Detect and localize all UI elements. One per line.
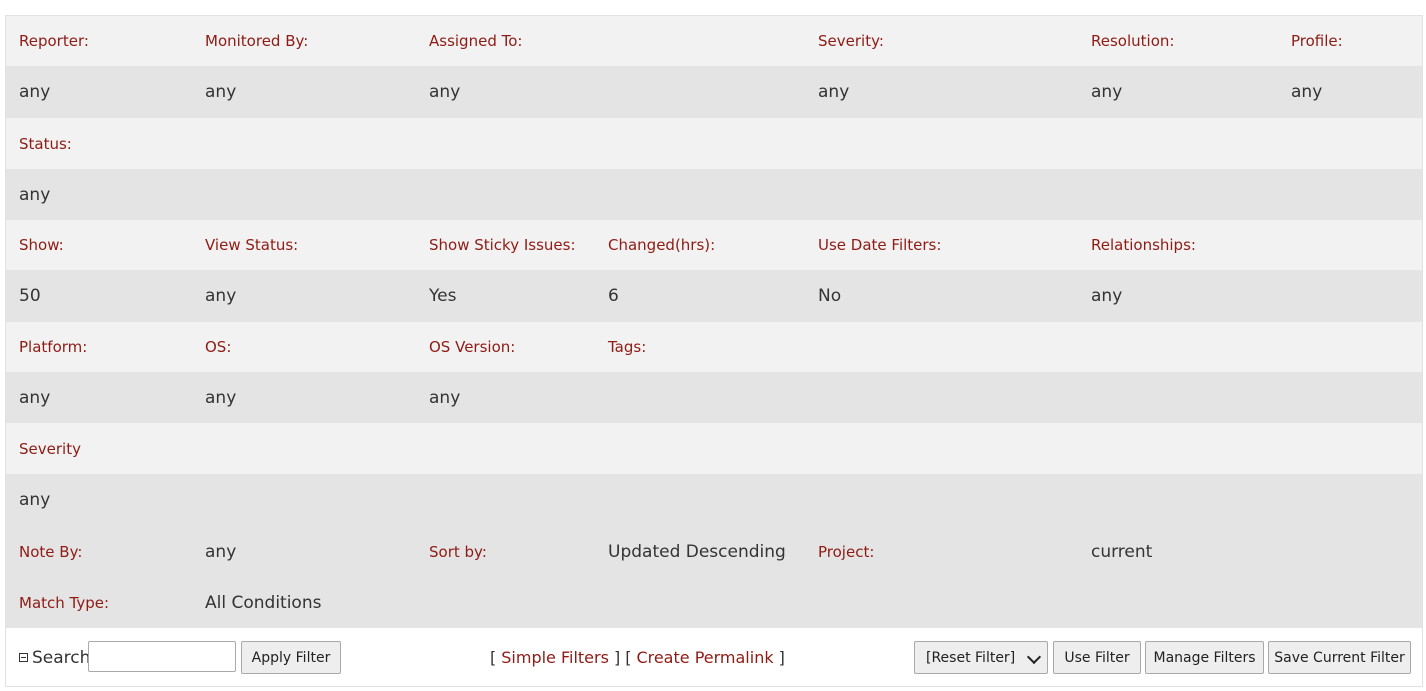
os-label[interactable]: OS: (205, 322, 231, 372)
reset-filter-select[interactable]: [Reset Filter] (914, 641, 1048, 674)
tags-label[interactable]: Tags: (608, 322, 646, 372)
platform-label[interactable]: Platform: (19, 322, 87, 372)
note-by-label[interactable]: Note By: (19, 526, 82, 577)
filter-panel: Reporter: Monitored By: Assigned To: Sev… (5, 15, 1423, 687)
resolution-value: any (1091, 82, 1123, 102)
assigned-to-value: any (429, 82, 461, 102)
custom-severity-value: any (19, 490, 51, 510)
status-label[interactable]: Status: (19, 118, 72, 169)
bracket-close: ] (778, 648, 785, 667)
profile-value: any (1291, 82, 1323, 102)
simple-filters-link[interactable]: Simple Filters (501, 648, 609, 667)
relationships-label[interactable]: Relationships: (1091, 220, 1196, 270)
apply-filter-button[interactable]: Apply Filter (241, 641, 341, 674)
filter-labels-row-1: Reporter: Monitored By: Assigned To: Sev… (6, 16, 1422, 66)
monitored-by-label[interactable]: Monitored By: (205, 16, 308, 66)
match-type-label[interactable]: Match Type: (19, 577, 109, 628)
filter-values-row-5: any (6, 474, 1422, 526)
filter-labels-row-4: Platform: OS: OS Version: Tags: (6, 322, 1422, 372)
create-permalink-link[interactable]: Create Permalink (636, 648, 773, 667)
chevron-down-icon (1026, 649, 1042, 665)
show-sticky-issues-value: Yes (429, 286, 457, 306)
os-value: any (205, 387, 237, 408)
os-version-label[interactable]: OS Version: (429, 322, 515, 372)
view-status-label[interactable]: View Status: (205, 220, 298, 270)
severity-value: any (818, 82, 850, 102)
filter-labels-row-3: Show: View Status: Show Sticky Issues: C… (6, 220, 1422, 270)
filter-values-row-4: any any any (6, 372, 1422, 423)
filter-row-match-type: Match Type: All Conditions (6, 577, 1422, 628)
filter-values-row-2: any (6, 169, 1422, 220)
filter-labels-row-2: Status: (6, 118, 1422, 169)
search-input[interactable] (88, 641, 236, 672)
bracket-close: ] (613, 648, 621, 667)
reset-filter-selected: [Reset Filter] (926, 649, 1016, 666)
project-label[interactable]: Project: (818, 526, 874, 577)
search-toggle[interactable]: Search (19, 648, 90, 668)
match-type-value: All Conditions (205, 592, 322, 613)
filter-row-sort: Note By: any Sort by: Updated Descending… (6, 526, 1422, 577)
platform-value: any (19, 387, 51, 408)
show-label[interactable]: Show: (19, 220, 64, 270)
filter-footer: Search Apply Filter [ Simple Filters ] [… (6, 628, 1422, 686)
use-date-filters-value: No (818, 286, 842, 306)
use-filter-button[interactable]: Use Filter (1053, 641, 1141, 674)
sort-by-label[interactable]: Sort by: (429, 526, 487, 577)
note-by-value: any (205, 541, 237, 562)
custom-severity-label[interactable]: Severity (19, 423, 81, 474)
reporter-label[interactable]: Reporter: (19, 16, 89, 66)
show-sticky-issues-label[interactable]: Show Sticky Issues: (429, 220, 576, 270)
changed-hrs-value: 6 (608, 286, 619, 306)
bracket-open: [ (625, 648, 632, 667)
bracket-open: [ (490, 648, 497, 667)
relationships-value: any (1091, 286, 1123, 306)
show-value: 50 (19, 286, 41, 306)
resolution-label[interactable]: Resolution: (1091, 16, 1174, 66)
changed-hrs-label[interactable]: Changed(hrs): (608, 220, 715, 270)
filter-links: [ Simple Filters ] [ Create Permalink ] (490, 641, 785, 674)
search-label: Search (32, 647, 91, 668)
manage-filters-button[interactable]: Manage Filters (1145, 641, 1264, 674)
assigned-to-label[interactable]: Assigned To: (429, 16, 522, 66)
profile-label[interactable]: Profile: (1291, 16, 1343, 66)
view-status-value: any (205, 286, 237, 306)
filter-values-row-1: any any any any any any (6, 66, 1422, 118)
project-value: current (1091, 541, 1153, 562)
sort-by-value: Updated Descending (608, 541, 786, 562)
collapse-icon[interactable] (19, 653, 28, 662)
monitored-by-value: any (205, 82, 237, 102)
severity-label[interactable]: Severity: (818, 16, 884, 66)
save-current-filter-button[interactable]: Save Current Filter (1268, 641, 1411, 674)
status-value: any (19, 184, 51, 205)
filter-values-row-3: 50 any Yes 6 No any (6, 270, 1422, 322)
use-date-filters-label[interactable]: Use Date Filters: (818, 220, 941, 270)
filter-labels-row-5: Severity (6, 423, 1422, 474)
os-version-value: any (429, 387, 461, 408)
search-area: Search (19, 641, 90, 674)
reporter-value: any (19, 82, 51, 102)
